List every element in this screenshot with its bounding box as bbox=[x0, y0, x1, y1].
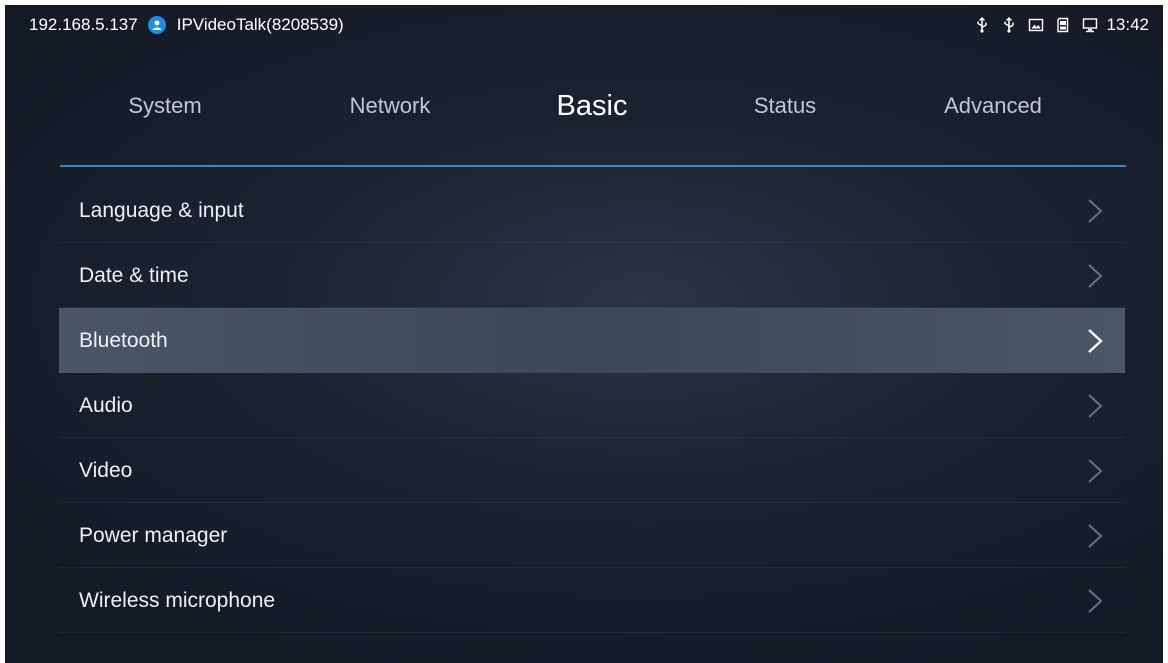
clock: 13:42 bbox=[1106, 15, 1149, 34]
usb-icon bbox=[977, 17, 988, 33]
tab-basic[interactable]: Basic bbox=[557, 75, 628, 137]
chevron-right-icon bbox=[1088, 264, 1103, 288]
menu-item-date-time[interactable]: Date & time bbox=[59, 243, 1125, 308]
chevron-right-icon bbox=[1088, 394, 1103, 418]
person-icon bbox=[147, 16, 166, 34]
usb-icon bbox=[1004, 17, 1015, 33]
sd-card-icon bbox=[1057, 17, 1069, 33]
status-bar-right: 13:42 bbox=[963, 5, 1149, 45]
tab-underline bbox=[60, 165, 1126, 167]
menu-item-label: Power manager bbox=[79, 524, 228, 547]
menu-item-label: Bluetooth bbox=[79, 329, 168, 352]
tab-system[interactable]: System bbox=[128, 75, 201, 137]
tab-network[interactable]: Network bbox=[350, 75, 431, 137]
chevron-right-icon bbox=[1088, 524, 1103, 548]
menu-item-video[interactable]: Video bbox=[59, 438, 1125, 503]
menu-item-label: Video bbox=[79, 459, 133, 482]
account-name: IPVideoTalk(8208539) bbox=[176, 15, 344, 34]
menu-item-label: Wireless microphone bbox=[79, 589, 276, 612]
settings-screen: 192.168.5.137 IPVideoTalk(8208539) 13:42… bbox=[5, 5, 1163, 663]
chevron-right-icon bbox=[1088, 459, 1103, 483]
tv-icon bbox=[1083, 18, 1098, 33]
chevron-right-icon bbox=[1088, 589, 1103, 613]
menu-item-label: Language & input bbox=[79, 199, 244, 222]
menu-item-wireless-microphone[interactable]: Wireless microphone bbox=[59, 568, 1125, 633]
ip-address: 192.168.5.137 bbox=[29, 15, 138, 34]
chevron-right-icon bbox=[1088, 329, 1103, 353]
menu-item-bluetooth[interactable]: Bluetooth bbox=[59, 308, 1125, 373]
chevron-right-icon bbox=[1088, 199, 1103, 223]
settings-tabs: System Network Basic Status Advanced bbox=[60, 75, 1124, 137]
tab-status[interactable]: Status bbox=[754, 75, 816, 137]
menu-item-power-manager[interactable]: Power manager bbox=[59, 503, 1125, 568]
menu-item-language-input[interactable]: Language & input bbox=[59, 178, 1125, 243]
status-bar: 192.168.5.137 IPVideoTalk(8208539) 13:42 bbox=[5, 5, 1163, 45]
menu-item-audio[interactable]: Audio bbox=[59, 373, 1125, 438]
menu-item-label: Date & time bbox=[79, 264, 189, 287]
settings-menu-list: Language & input Date & time Bluetooth A… bbox=[59, 178, 1125, 633]
screen-capture-icon bbox=[1029, 18, 1044, 32]
status-bar-left: 192.168.5.137 IPVideoTalk(8208539) bbox=[29, 5, 344, 45]
tab-advanced[interactable]: Advanced bbox=[944, 75, 1042, 137]
menu-item-label: Audio bbox=[79, 394, 133, 417]
